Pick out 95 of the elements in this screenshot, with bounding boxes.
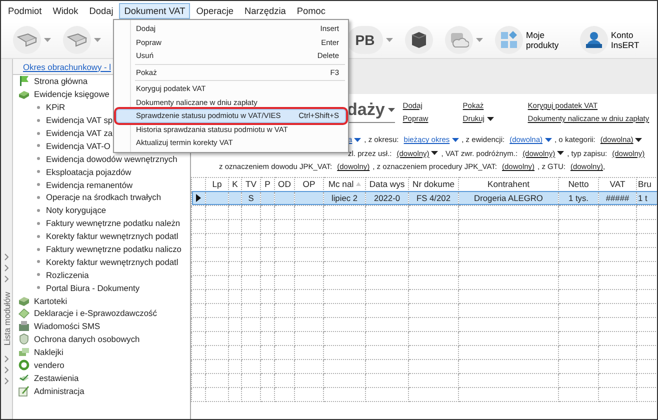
menu-bar-item[interactable]: Narzędzia — [239, 3, 291, 19]
flag-icon — [18, 75, 30, 88]
account-button[interactable]: Konto InsERT — [580, 26, 653, 54]
column-header[interactable]: Netto — [558, 177, 598, 191]
caret-icon — [487, 117, 494, 121]
nav-item[interactable]: Administracja — [34, 386, 84, 396]
bullet-icon — [37, 248, 40, 251]
nav-item[interactable]: Korekty faktur wewnętrznych podatl — [46, 231, 178, 242]
bullet-icon — [37, 222, 40, 225]
nav-item[interactable]: Ochrona danych osobowych — [34, 334, 140, 344]
nav-item[interactable]: vendero — [34, 360, 64, 370]
caret-icon — [557, 151, 564, 156]
labels-icon — [18, 346, 30, 358]
side-label[interactable]: Lista modułów — [2, 292, 12, 346]
table-cell: 1 t — [636, 191, 657, 205]
bullet-icon — [37, 260, 40, 264]
nav-item[interactable]: Portal Biura - Dokumenty — [46, 282, 140, 293]
table-cell: 2022-0 — [366, 191, 408, 205]
bullet-icon — [37, 106, 40, 109]
nav-item[interactable]: Ewidencja VAT sp — [46, 115, 113, 126]
nav-item[interactable]: Korekty faktur wewnętrznych podatl — [46, 256, 178, 267]
table-cell: Drogeria ALEGRO — [458, 191, 558, 205]
bullet-icon — [37, 132, 40, 134]
nav-item[interactable]: Rozliczenia — [46, 270, 89, 280]
column-header[interactable]: Data wys — [366, 177, 408, 191]
nav-item[interactable]: Kartoteki — [34, 296, 68, 306]
caret-icon — [44, 38, 51, 42]
column-header[interactable]: P — [260, 177, 274, 191]
table-row[interactable]: S lipiec 2 2022-0 FS 4/202 Drogeria ALEGRO 1 tys. ##### 1 t — [192, 191, 657, 205]
sort-icon — [356, 182, 361, 186]
bullet-icon — [37, 157, 40, 160]
toolbar-button[interactable] — [405, 26, 433, 54]
bullet-icon — [37, 118, 40, 122]
caret-icon — [544, 138, 552, 142]
column-header[interactable]: K — [228, 177, 242, 191]
nav-item[interactable]: Strona główna — [34, 76, 88, 86]
nav-item[interactable]: Ewidencja VAT za — [46, 128, 113, 138]
column-header[interactable]: Mc nal — [324, 177, 366, 191]
menu-bar-item[interactable]: Operacje — [191, 3, 238, 19]
bullet-icon — [37, 170, 40, 174]
cloud-icon — [449, 32, 469, 48]
user-icon — [585, 30, 603, 48]
table-cell: S — [242, 191, 260, 205]
menu-bar-item[interactable]: Dokument VAT — [119, 3, 190, 19]
table-cell: 1 tys. — [558, 191, 598, 205]
table-cell: FS 4/202 — [408, 191, 458, 205]
nav-item[interactable]: Operacje na środkach trwałych — [46, 192, 161, 202]
nav-item[interactable]: Faktury wewnętrzne podatku należn — [46, 218, 180, 228]
caret-icon — [354, 138, 362, 142]
menu-bar-item[interactable]: Dodaj — [84, 3, 118, 19]
nav-item[interactable]: Ewidencja VAT-O — [46, 140, 110, 151]
bullet-icon — [37, 273, 40, 276]
nav-item[interactable]: Wiadomości SMS — [34, 321, 100, 332]
caret-icon — [452, 138, 459, 142]
caret-icon — [94, 38, 101, 42]
products-button[interactable]: Moje produkty — [495, 26, 568, 54]
column-header[interactable]: Lp — [206, 177, 228, 191]
column-header[interactable]: VAT — [598, 177, 636, 191]
pencil-icon — [18, 384, 30, 397]
table-cell: lipiec 2 — [324, 191, 366, 205]
shield-icon — [18, 333, 30, 346]
nav-item[interactable]: Naklejki — [34, 347, 64, 358]
cube-icon — [410, 30, 428, 48]
nav-item[interactable]: Noty korygujące — [46, 205, 106, 216]
nav-item[interactable]: Faktury wewnętrzne podatku naliczo — [46, 244, 182, 254]
table-cell: ##### — [598, 191, 636, 205]
windows-icon — [500, 30, 518, 48]
bullet-icon — [37, 286, 40, 290]
column-header[interactable]: TV — [242, 177, 260, 191]
row-pointer-icon — [196, 194, 201, 202]
nav-item[interactable]: Zestawienia — [34, 372, 79, 383]
caret-icon — [476, 38, 483, 42]
menu-bar-item[interactable]: Widok — [48, 3, 84, 19]
column-header[interactable]: Nr dokume — [408, 177, 458, 191]
bullet-icon — [37, 183, 40, 186]
nav-item[interactable]: Ewidencja remanentów — [46, 180, 133, 190]
bullet-icon — [37, 196, 40, 199]
caret-icon — [635, 138, 642, 142]
column-header[interactable]: OD — [274, 177, 294, 191]
menu-bar-item[interactable]: Pomoc — [292, 3, 330, 19]
column-header[interactable]: Kontrahent — [458, 177, 558, 191]
nav-item[interactable]: Ewidencje księgowe — [34, 89, 110, 100]
caret-icon — [388, 108, 395, 112]
nav-item[interactable]: Deklaracje i e-Sprawozdawczość — [34, 308, 157, 318]
nav-item[interactable]: KPiR — [46, 102, 66, 112]
caret-icon — [431, 151, 438, 156]
caret-icon — [386, 38, 393, 42]
column-header[interactable]: OP — [294, 177, 324, 191]
ring-icon — [18, 359, 30, 372]
menu-bar-item[interactable]: Podmiot — [3, 3, 47, 19]
nav-item[interactable]: Ewidencja dowodów wewnętrznych — [46, 154, 178, 164]
nav-item[interactable]: Eksploatacja pojazdów — [46, 166, 132, 177]
bullet-icon — [37, 144, 40, 148]
bullet-icon — [37, 234, 40, 238]
bullet-icon — [37, 208, 40, 212]
